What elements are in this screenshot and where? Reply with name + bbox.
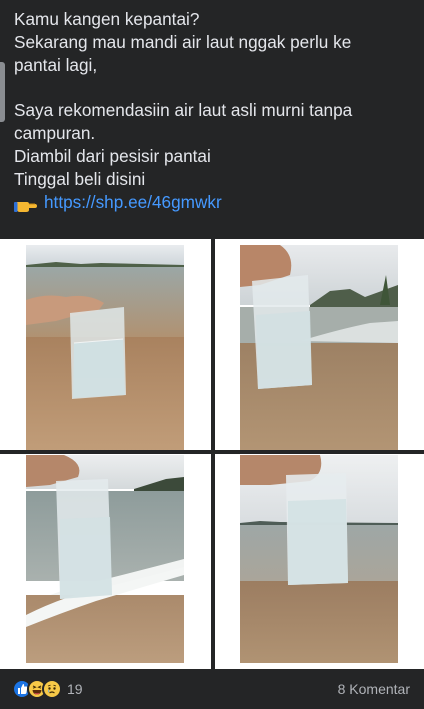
post-line: campuran. <box>14 123 96 143</box>
comments-count-button[interactable]: 8 Komentar <box>338 681 410 697</box>
post-line: Diambil dari pesisir pantai <box>14 146 211 166</box>
post-line: pantai lagi, <box>14 55 98 75</box>
post-line: Saya rekomendasiin air laut asli murni t… <box>14 100 353 120</box>
product-link[interactable]: https://shp.ee/46gmwkr <box>44 191 222 214</box>
photo-bag-seawater-waves[interactable] <box>26 455 184 663</box>
photo-bag-seawater-beach[interactable] <box>26 245 184 451</box>
post-line: Sekarang mau mandi air laut nggak perlu … <box>14 32 352 52</box>
post-footer: 19 8 Komentar <box>0 669 424 709</box>
photo-grid <box>0 239 424 669</box>
link-line: https://shp.ee/46gmwkr <box>14 191 414 214</box>
post-line: Kamu kangen kepantai? <box>14 9 200 29</box>
reactions-summary[interactable]: 19 <box>12 679 83 699</box>
photo-bag-seawater-horizon[interactable] <box>240 455 398 663</box>
photo-bag-seawater-shore[interactable] <box>240 245 398 451</box>
sad-icon <box>42 679 62 699</box>
reaction-count: 19 <box>67 681 83 697</box>
scroll-indicator[interactable] <box>0 62 5 122</box>
post-text: Kamu kangen kepantai? Sekarang mau mandi… <box>14 8 414 214</box>
pointing-hand-icon <box>14 193 38 213</box>
post-line: Tinggal beli disini <box>14 169 146 189</box>
